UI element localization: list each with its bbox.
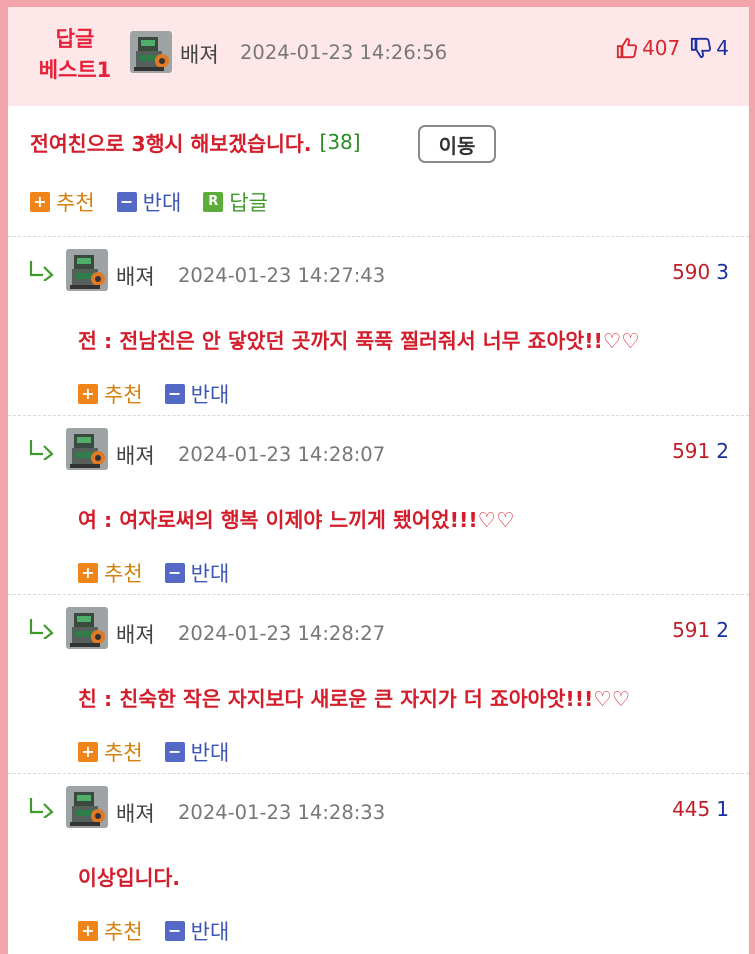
comment-datetime: 2024-01-23 14:28:07	[178, 443, 386, 466]
thumbs-up-icon[interactable]	[616, 37, 638, 59]
avatar[interactable]	[130, 31, 172, 73]
comment-downvotes: 2	[716, 618, 729, 642]
oppose-label: 반대	[142, 191, 182, 215]
parent-title-text: 전여친으로 3행시 해보겠습니다.	[30, 132, 312, 156]
reply-label: 답글	[229, 191, 268, 215]
robot-avatar-icon	[66, 786, 108, 828]
oppose-label: 반대	[190, 383, 230, 407]
recommend-label: 추천	[104, 920, 143, 944]
comment-action-row: + 추천 − 반대	[78, 558, 251, 588]
reply-r-icon: R	[203, 192, 224, 212]
oppose-label: 반대	[190, 741, 230, 765]
recommend-button[interactable]: + 추천	[78, 916, 143, 946]
comment-downvotes: 3	[716, 260, 729, 284]
minus-icon: −	[164, 384, 185, 404]
comment-upvotes: 590	[672, 260, 711, 284]
comment-upvotes: 591	[672, 439, 711, 463]
vote-summary: 407 4	[616, 35, 729, 61]
comment-votes: 590 3	[672, 260, 729, 284]
comment-text: 전 : 전남친은 안 닿았던 곳까지 푹푹 찔러줘서 너무 죠아앗!!♡♡	[78, 329, 640, 353]
recommend-label: 추천	[56, 191, 95, 215]
parent-action-row: + 추천 − 반대 R 답글	[30, 187, 290, 217]
recommend-label: 추천	[104, 741, 143, 765]
comment-upvotes: 591	[672, 618, 711, 642]
comment-datetime: 2024-01-23 14:28:33	[178, 801, 386, 824]
oppose-button[interactable]: − 반대	[116, 187, 182, 217]
oppose-button[interactable]: − 반대	[164, 558, 230, 588]
plus-icon: +	[30, 192, 50, 212]
comment-text: 여 : 여자로써의 행복 이제야 느끼게 됐어었!!!♡♡	[78, 508, 515, 532]
avatar[interactable]	[66, 607, 108, 649]
reply-arrow-icon	[29, 619, 54, 639]
plus-icon: +	[78, 384, 98, 404]
best-reply-badge: 답글 베스트1	[30, 24, 120, 86]
author-nickname[interactable]: 배져	[116, 619, 155, 649]
recommend-button[interactable]: + 추천	[78, 379, 143, 409]
author-nickname[interactable]: 배져	[116, 261, 155, 291]
best-reply-panel: 답글 베스트1 배져 2024-01-23 14:26:56 407 4 전여친…	[8, 7, 749, 954]
avatar[interactable]	[66, 428, 108, 470]
comment-action-row: + 추천 − 반대	[78, 379, 251, 409]
reply-arrow-icon	[29, 798, 54, 818]
recommend-label: 추천	[104, 383, 143, 407]
recommend-button[interactable]: + 추천	[30, 187, 95, 217]
comment-datetime: 2024-01-23 14:28:27	[178, 622, 386, 645]
oppose-button[interactable]: − 반대	[164, 737, 230, 767]
minus-icon: −	[164, 921, 185, 941]
comment-item: 배져 2024-01-23 14:28:27 591 2 친 : 친숙한 작은 자…	[8, 595, 749, 773]
comment-item: 배져 2024-01-23 14:27:43 590 3 전 : 전남친은 안 닿…	[8, 237, 749, 415]
comment-action-row: + 추천 − 반대	[78, 737, 251, 767]
author-nickname[interactable]: 배져	[180, 39, 219, 69]
minus-icon: −	[164, 742, 185, 762]
comment-datetime: 2024-01-23 14:27:43	[178, 264, 386, 287]
oppose-button[interactable]: − 반대	[164, 916, 230, 946]
oppose-button[interactable]: − 반대	[164, 379, 230, 409]
robot-avatar-icon	[66, 428, 108, 470]
avatar[interactable]	[66, 786, 108, 828]
comment-votes: 591 2	[672, 439, 729, 463]
downvote-count: 4	[716, 36, 729, 60]
comment-text: 친 : 친숙한 작은 자지보다 새로운 큰 자지가 더 죠아아앗!!!♡♡	[78, 687, 631, 711]
oppose-label: 반대	[190, 920, 230, 944]
comment-action-row: + 추천 − 반대	[78, 916, 251, 946]
best-label-line1: 답글	[55, 27, 95, 51]
reply-count: [38]	[319, 130, 361, 154]
comment-text: 이상입니다.	[78, 866, 181, 890]
robot-avatar-icon	[66, 607, 108, 649]
best-label-line2: 베스트1	[38, 58, 112, 82]
avatar[interactable]	[66, 249, 108, 291]
best-reply-header: 답글 베스트1 배져 2024-01-23 14:26:56 407 4	[8, 7, 749, 106]
plus-icon: +	[78, 742, 98, 762]
thumbs-down-icon[interactable]	[690, 37, 712, 59]
move-button[interactable]: 이동	[418, 125, 496, 163]
robot-avatar-icon	[66, 249, 108, 291]
minus-icon: −	[164, 563, 185, 583]
post-datetime: 2024-01-23 14:26:56	[240, 41, 448, 64]
comment-downvotes: 1	[716, 797, 729, 821]
comment-upvotes: 445	[672, 797, 711, 821]
comment-downvotes: 2	[716, 439, 729, 463]
recommend-button[interactable]: + 추천	[78, 558, 143, 588]
author-nickname[interactable]: 배져	[116, 798, 155, 828]
comment-votes: 591 2	[672, 618, 729, 642]
recommend-label: 추천	[104, 562, 143, 586]
plus-icon: +	[78, 921, 98, 941]
minus-icon: −	[116, 192, 137, 212]
recommend-button[interactable]: + 추천	[78, 737, 143, 767]
comment-votes: 445 1	[672, 797, 729, 821]
reply-button[interactable]: R 답글	[203, 187, 268, 217]
author-nickname[interactable]: 배져	[116, 440, 155, 470]
reply-arrow-icon	[29, 440, 54, 460]
oppose-label: 반대	[190, 562, 230, 586]
plus-icon: +	[78, 563, 98, 583]
robot-avatar-icon	[130, 31, 172, 73]
parent-post-title[interactable]: 전여친으로 3행시 해보겠습니다. [38]	[30, 127, 361, 157]
comment-item: 배져 2024-01-23 14:28:33 445 1 이상입니다. + 추천 …	[8, 774, 749, 952]
upvote-count: 407	[642, 36, 681, 60]
comment-item: 배져 2024-01-23 14:28:07 591 2 여 : 여자로써의 행복…	[8, 416, 749, 594]
reply-arrow-icon	[29, 261, 54, 281]
